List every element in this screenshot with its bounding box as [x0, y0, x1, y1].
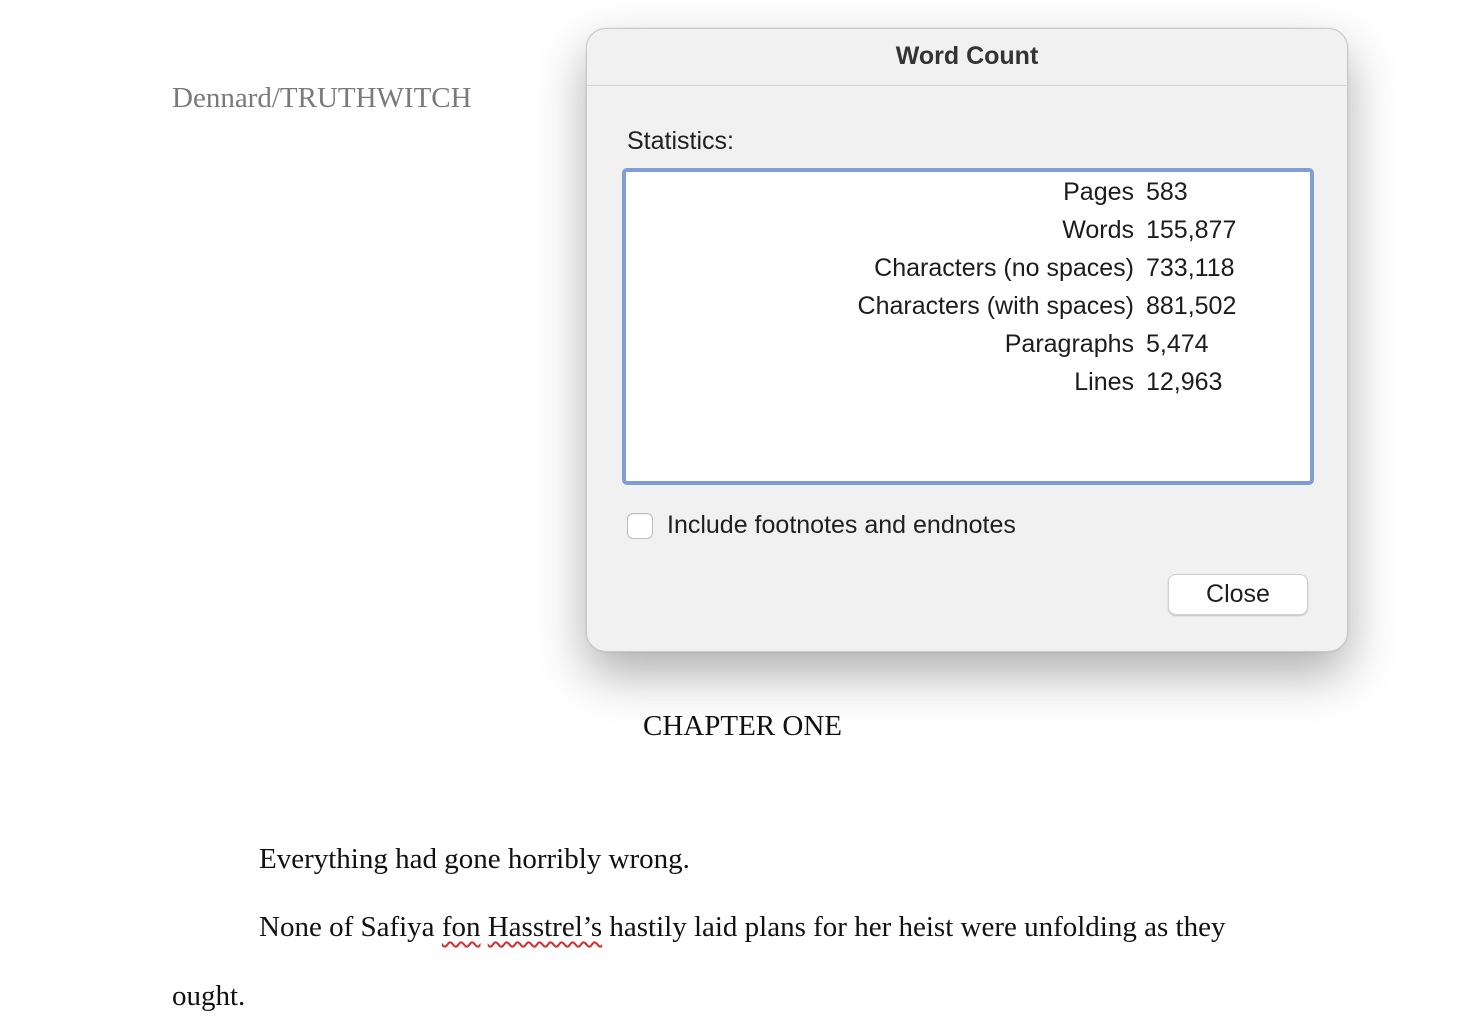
- stat-label: Words: [1062, 216, 1134, 244]
- stat-row-pages: Pages 583: [626, 178, 1310, 216]
- close-button[interactable]: Close: [1168, 574, 1308, 615]
- statistics-list[interactable]: Pages 583 Words 155,877 Characters (no s…: [622, 168, 1314, 485]
- stat-row-paragraphs: Paragraphs 5,474: [626, 330, 1310, 368]
- chapter-heading: CHAPTER ONE: [643, 710, 842, 742]
- misspelled-word[interactable]: Hasstrel’s: [488, 911, 602, 943]
- dialog-title: Word Count: [895, 41, 1039, 70]
- paragraph: Everything had gone horribly wrong.: [259, 843, 690, 875]
- statistics-label: Statistics:: [627, 127, 734, 155]
- stat-row-characters-no-spaces: Characters (no spaces) 733,118: [626, 254, 1310, 292]
- stat-label: Lines: [1074, 368, 1134, 396]
- stat-label: Paragraphs: [1004, 330, 1134, 358]
- stat-value: 881,502: [1146, 292, 1237, 320]
- stat-value: 5,474: [1146, 330, 1209, 358]
- word-count-dialog: Word Count Statistics: Pages 583 Words 1…: [586, 28, 1348, 652]
- stat-value: 12,963: [1146, 368, 1223, 396]
- paragraph-text: hastily laid plans for her heist were un…: [602, 911, 1226, 943]
- stat-label: Characters (with spaces): [857, 292, 1134, 320]
- stat-label: Characters (no spaces): [874, 254, 1134, 282]
- paragraph-text: None of Safiya: [259, 911, 442, 943]
- misspelled-word[interactable]: fon: [442, 911, 481, 943]
- stat-value: 155,877: [1146, 216, 1237, 244]
- stat-label: Pages: [1063, 178, 1134, 206]
- paragraph-text: [480, 911, 487, 943]
- stat-row-lines: Lines 12,963: [626, 368, 1310, 406]
- include-footnotes-label[interactable]: Include footnotes and endnotes: [667, 511, 1016, 540]
- stat-value: 733,118: [1146, 254, 1235, 282]
- include-footnotes-checkbox[interactable]: [627, 512, 653, 539]
- include-footnotes-option[interactable]: Include footnotes and endnotes: [627, 511, 1016, 540]
- dialog-titlebar[interactable]: Word Count: [587, 29, 1347, 86]
- paragraph: None of Safiya fon Hasstrel’s hastily la…: [259, 911, 1225, 944]
- stat-row-characters-with-spaces: Characters (with spaces) 881,502: [626, 292, 1310, 330]
- running-header: Dennard/TRUTHWITCH: [172, 82, 472, 114]
- paragraph: ought.: [172, 980, 246, 1012]
- stat-row-words: Words 155,877: [626, 216, 1310, 254]
- stat-value: 583: [1146, 178, 1188, 206]
